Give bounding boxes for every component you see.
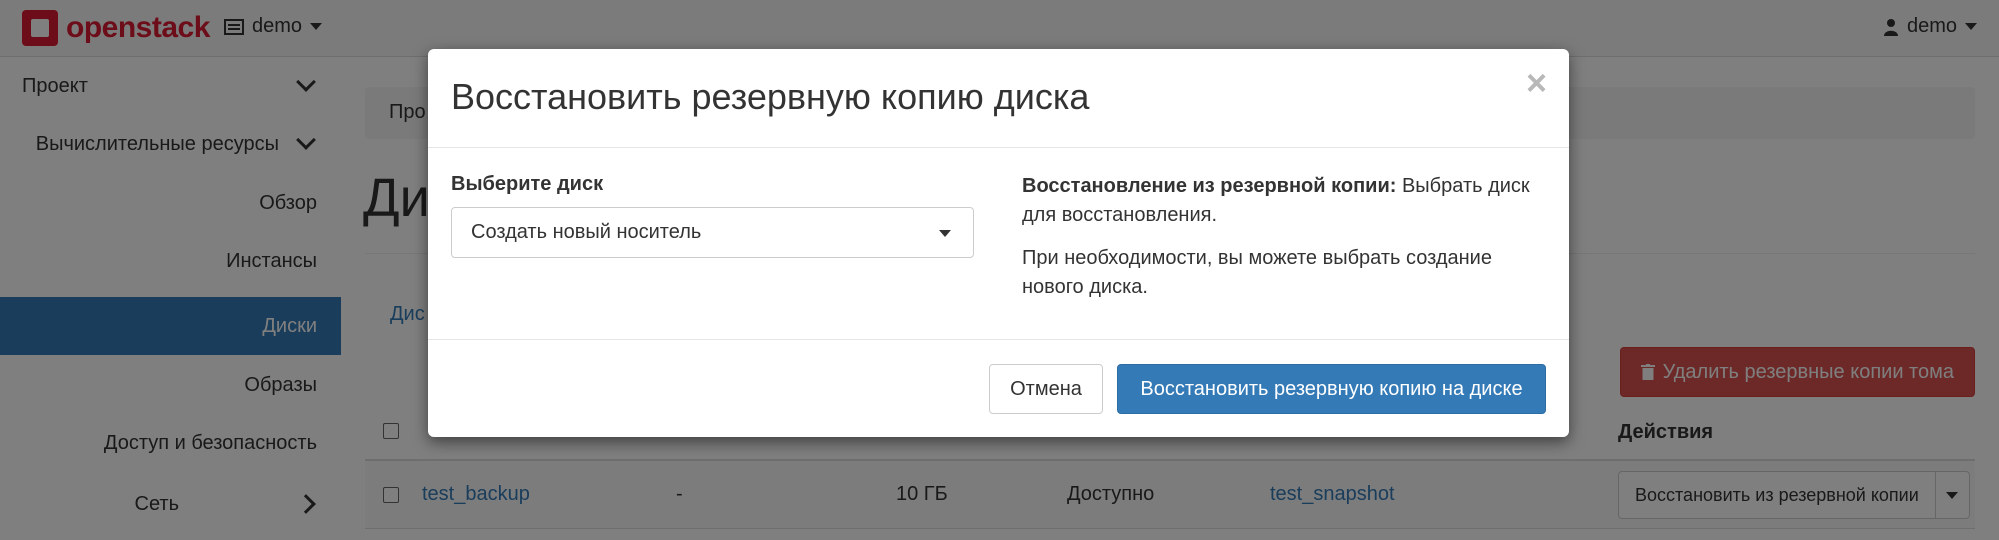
help-title: Восстановление из резервной копии: [1022, 175, 1397, 197]
chevron-down-icon [939, 230, 951, 237]
help-text-2: При необходимости, вы можете выбрать соз… [1022, 247, 1492, 298]
volume-select-label: Выберите диск [451, 173, 604, 195]
volume-select-value: Создать новый носитель [471, 221, 702, 243]
modal-title: Восстановить резервную копию диска [451, 76, 1090, 117]
modal-body: Выберите диск Создать новый носитель Вос… [428, 148, 1569, 339]
restore-backup-modal: Восстановить резервную копию диска × Выб… [428, 49, 1569, 437]
restore-submit-button[interactable]: Восстановить резервную копию на диске [1117, 364, 1546, 414]
modal-header: Восстановить резервную копию диска × [428, 49, 1569, 148]
close-icon[interactable]: × [1526, 65, 1547, 101]
cancel-button[interactable]: Отмена [989, 364, 1103, 414]
volume-select[interactable]: Создать новый носитель [451, 207, 974, 258]
help-text: Восстановление из резервной копии: Выбра… [1022, 172, 1547, 316]
modal-footer: Отмена Восстановить резервную копию на д… [428, 339, 1569, 437]
